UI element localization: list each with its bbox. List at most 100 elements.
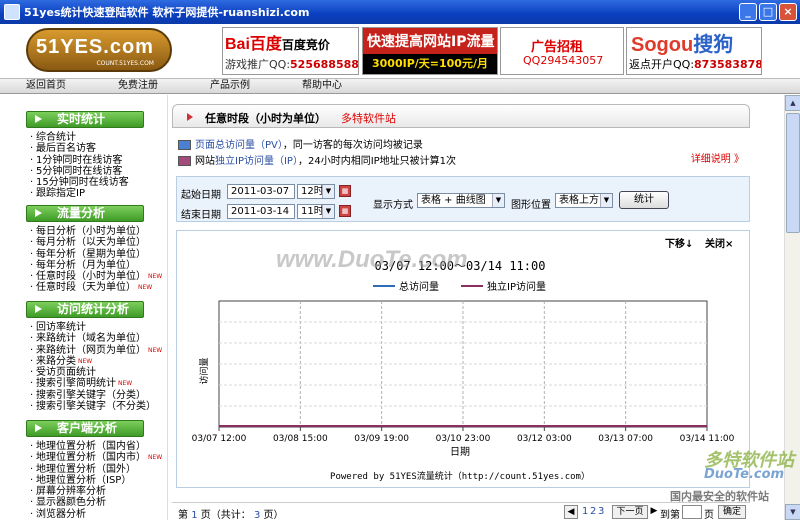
close-chart-button[interactable]: 关闭×	[705, 237, 733, 250]
prev-page-button[interactable]: ◀	[564, 505, 578, 519]
sidebar-item[interactable]: 地理位置分析（国内省）	[30, 441, 162, 453]
sidebar-item[interactable]: 屏幕分辨率分析	[30, 486, 162, 498]
sidebar-list-visit: 回访率统计 来路统计（域名为单位） 来路统计（网页为单位）NEW 来路分类NEW…	[30, 322, 163, 413]
chart-panel: 下移↓ 关闭× 03/07 12:00～03/14 11:00 总访问量 独立IP…	[176, 230, 750, 488]
goto-page-input[interactable]	[682, 505, 702, 519]
ip-link[interactable]: 独立IP访问量（IP）	[215, 156, 298, 167]
scroll-thumb[interactable]	[786, 113, 800, 233]
nav-home[interactable]: 返回首页	[0, 79, 92, 93]
ad-baidu[interactable]: Bai百度百度竞价 游戏推广QQ:525688588	[222, 27, 359, 75]
sidebar-item[interactable]: 地理位置分析（国外）	[30, 464, 162, 476]
site-logo[interactable]: 51YES.com COUNT.51YES.COM	[26, 28, 172, 72]
sidebar-section-realtime[interactable]: 实时统计	[26, 111, 144, 128]
page-link-1[interactable]: 1	[582, 506, 588, 517]
start-date-input[interactable]: 2011-03-07	[227, 184, 295, 199]
sidebar-item-label: 来路统计（网页为单位）	[36, 344, 146, 356]
chart-position-select[interactable]: 表格上方 ▼	[555, 193, 613, 208]
sidebar-item[interactable]: 每年分析（星期为单位）	[30, 249, 162, 261]
goto-confirm-button[interactable]: 确定	[718, 505, 746, 519]
sidebar-section-visit[interactable]: 访问统计分析	[26, 301, 144, 318]
sidebar-item[interactable]: 任意时段（小时为单位）NEW	[30, 271, 163, 283]
sidebar-item-label: 来路分类	[36, 355, 76, 367]
end-hour-value: 11时	[301, 206, 324, 217]
chart-legend: 总访问量 独立IP访问量	[373, 280, 546, 293]
sidebar-section-traffic[interactable]: 流量分析	[26, 205, 144, 222]
chart-position-value: 表格上方	[559, 195, 599, 206]
new-badge: NEW	[148, 273, 163, 281]
page-info: 第 1 页（共计： 3 页）	[178, 506, 284, 520]
sidebar-item-label: 任意时段（小时为单位）	[36, 271, 146, 283]
nav-demo[interactable]: 产品示例	[184, 79, 276, 93]
sidebar-item[interactable]: 每年分析（月为单位）	[30, 260, 162, 272]
chart-title: 03/07 12:00～03/14 11:00	[375, 259, 546, 273]
submit-button[interactable]: 统计	[619, 191, 669, 209]
ad-baidu-qq: 525688588	[290, 58, 359, 71]
start-date-label: 起始日期	[181, 190, 221, 201]
sidebar-section-client[interactable]: 客户端分析	[26, 420, 144, 437]
x-tick-label: 03/09 19:00	[354, 434, 409, 444]
page-link-2[interactable]: 2	[590, 506, 596, 517]
end-hour-select[interactable]: 11时 ▼	[297, 204, 335, 219]
goto-label: 到第	[660, 510, 680, 520]
x-tick-label: 03/14 11:00	[680, 434, 735, 444]
end-date-input[interactable]: 2011-03-14	[227, 204, 295, 219]
page-link-3[interactable]: 3	[598, 506, 604, 517]
sidebar-item[interactable]: 地理位置分析（国内市）NEW	[30, 452, 162, 464]
pv-legend-icon	[178, 140, 191, 150]
sidebar-item[interactable]: 搜索引擎关键字（不分类）	[30, 401, 162, 413]
sidebar-item[interactable]: 搜索引擎简明统计NEW	[30, 378, 162, 390]
ip-prefix: 网站	[195, 156, 215, 167]
pv-link[interactable]: 页面总访问量（PV）	[195, 140, 283, 151]
sidebar-item[interactable]: 跟踪指定IP	[30, 188, 129, 200]
powered-by: Powered by 51YES流量统计（http://count.51yes.…	[330, 470, 590, 482]
window-title: 51yes统计快速登陆软件 软杯子网提供-ruanshizi.com	[24, 6, 310, 19]
scroll-up-icon[interactable]: ▲	[785, 95, 800, 111]
sidebar-item[interactable]: 最后百名访客	[30, 143, 129, 155]
scrollbar[interactable]: ▲ ▼	[784, 95, 800, 520]
ad-baidu-tag: 百度竞价	[281, 38, 330, 52]
sidebar-item[interactable]: 浏览器分析	[30, 509, 162, 520]
sidebar-item[interactable]: 5分钟同时在线访客	[30, 166, 129, 178]
start-hour-select[interactable]: 12时 ▼	[297, 184, 335, 199]
detail-link[interactable]: 详细说明 》	[691, 150, 744, 165]
ad-recruit[interactable]: 广告招租 QQ294543057	[500, 27, 624, 75]
nav-help[interactable]: 帮助中心	[276, 79, 368, 93]
sidebar-item[interactable]: 每月分析（以天为单位）	[30, 237, 162, 249]
move-down-button[interactable]: 下移↓	[665, 237, 693, 250]
chevron-down-icon: ▼	[322, 185, 334, 198]
sidebar-item[interactable]: 任意时段（天为单位）NEW	[30, 282, 162, 294]
sidebar-item[interactable]: 地理位置分析（ISP）	[30, 475, 162, 487]
page-title: 任意时段（小时为单位）	[205, 112, 326, 125]
ad-sogou[interactable]: Sogou搜狗 返点开户QQ:873583878	[626, 27, 762, 75]
logo-subtext: COUNT.51YES.COM	[96, 60, 154, 67]
ad-baidu-line: 游戏推广QQ:	[225, 58, 291, 71]
sidebar-item[interactable]: 来路统计（网页为单位）NEW	[30, 344, 163, 357]
sidebar-item[interactable]: 15分钟同时在线访客	[30, 177, 129, 189]
close-button[interactable]: ×	[779, 3, 797, 21]
sidebar-item[interactable]: 综合统计	[30, 132, 129, 144]
scroll-down-icon[interactable]: ▼	[785, 504, 800, 520]
ad-ip-traffic[interactable]: 快速提高网站IP流量 3000IP/天=100元/月	[362, 27, 498, 75]
sidebar-item[interactable]: 搜索引擎关键字（分类）	[30, 390, 162, 402]
ad-sogou-brand2: 搜狗	[693, 34, 734, 56]
x-axis-label: 日期	[450, 446, 470, 458]
maximize-button[interactable]: □	[759, 3, 777, 21]
sidebar-item[interactable]: 来路统计（域名为单位）	[30, 333, 162, 345]
legend-label: 总访问量	[399, 280, 439, 293]
display-mode-select[interactable]: 表格 + 曲线图 ▼	[417, 193, 505, 208]
sidebar-item[interactable]: 每日分析（小时为单位）	[30, 226, 162, 238]
minimize-button[interactable]: _	[739, 3, 757, 21]
current-page: 1	[191, 510, 198, 520]
nav-register[interactable]: 免费注册	[92, 79, 184, 93]
next-page-button[interactable]: 下一页	[612, 505, 648, 519]
sidebar-item[interactable]: 来路分类NEW	[30, 355, 162, 368]
sidebar-item[interactable]: 受访页面统计	[30, 367, 162, 379]
calendar-icon[interactable]: ▦	[339, 205, 351, 217]
ad-baidu-brand: Bai百度	[225, 36, 282, 53]
calendar-icon[interactable]: ▦	[339, 185, 351, 197]
panel-header: 任意时段（小时为单位） 多特软件站	[172, 104, 750, 128]
sidebar-item[interactable]: 显示器颜色分析	[30, 497, 162, 509]
new-badge: NEW	[148, 346, 163, 354]
sidebar-item[interactable]: 回访率统计	[30, 322, 162, 334]
sidebar-item[interactable]: 1分钟同时在线访客	[30, 155, 129, 167]
